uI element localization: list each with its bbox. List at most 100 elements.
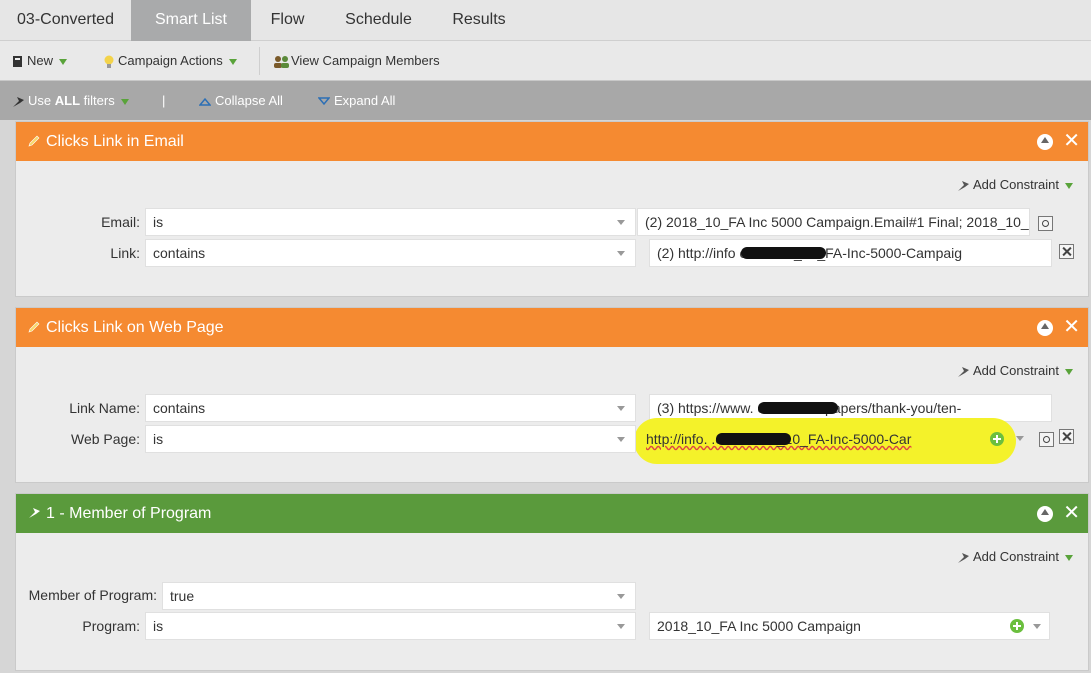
filter-header[interactable]: 1 - Member of Program ✕ — [16, 494, 1088, 533]
pointer-icon — [958, 552, 969, 563]
value-field-web-page[interactable]: http://info. .com/2018_10_FA-Inc-5000-Ca… — [638, 425, 988, 453]
chevron-down-icon — [617, 594, 625, 599]
operator-value: is — [153, 431, 164, 447]
value-field-link[interactable]: (2) http://info om/2018_10_FA-Inc-5000-C… — [649, 239, 1052, 267]
filter-title: Clicks Link in Email — [46, 133, 184, 150]
operator-select-web-page[interactable]: is — [145, 425, 636, 453]
filter-header-actions: ✕ — [1037, 122, 1080, 161]
tab-flow[interactable]: Flow — [251, 0, 324, 41]
filter-header-actions: ✕ — [1037, 494, 1080, 533]
add-constraint-button[interactable]: Add Constraint — [956, 363, 1073, 379]
pencil-icon — [28, 321, 40, 333]
chevron-down-icon — [228, 58, 237, 65]
collapse-all-button[interactable]: Collapse All — [198, 81, 283, 120]
filter-header[interactable]: Clicks Link in Email ✕ — [16, 122, 1088, 161]
expand-all-label: Expand All — [334, 93, 396, 108]
filter-header[interactable]: Clicks Link on Web Page ✕ — [16, 308, 1088, 347]
use-all-filters-dropdown[interactable]: Use ALL filters — [11, 81, 129, 120]
people-icon — [274, 55, 289, 68]
add-value-icon[interactable] — [990, 432, 1004, 446]
view-members-label: View Campaign Members — [291, 53, 440, 68]
program-value: 2018_10_FA Inc 5000 Campaign — [657, 618, 861, 634]
add-constraint-label: Add Constraint — [973, 363, 1059, 378]
filter-card-clicks-link-in-email: Clicks Link in Email ✕ Add Constraint Em… — [15, 121, 1089, 297]
new-button[interactable]: New — [12, 41, 68, 81]
chevron-down-icon — [617, 406, 625, 411]
redaction-scribble — [758, 402, 838, 414]
chevron-down-icon — [1065, 554, 1073, 561]
filterbar-separator: | — [162, 93, 166, 108]
pencil-icon — [28, 135, 40, 147]
operator-value: contains — [153, 400, 206, 416]
new-icon — [13, 56, 22, 68]
tab-results[interactable]: Results — [433, 0, 525, 41]
tab-schedule[interactable]: Schedule — [324, 0, 433, 41]
triangle-down-icon — [317, 97, 331, 106]
tab-bar: 03-Converted Smart List Flow Schedule Re… — [0, 0, 1091, 41]
chevron-down-icon — [1065, 368, 1073, 375]
redaction-scribble — [716, 433, 791, 445]
lookup-icon[interactable] — [1039, 432, 1054, 447]
toolbar: New Campaign Actions View Campaign Membe… — [0, 41, 1091, 81]
row-label-member-of-program: Member of Program: — [28, 587, 157, 603]
chevron-down-icon — [617, 437, 625, 442]
filter-bar: Use ALL filters | Collapse All Expand Al… — [0, 81, 1091, 120]
campaign-actions-button[interactable]: Campaign Actions — [103, 41, 237, 81]
operator-select-link-name[interactable]: contains — [145, 394, 636, 422]
row-label-email: Email: — [101, 214, 140, 230]
use-all-label: ALL — [54, 93, 81, 108]
close-icon[interactable]: ✕ — [1063, 308, 1080, 347]
operator-value: contains — [153, 245, 206, 261]
filter-title: Clicks Link on Web Page — [46, 319, 224, 336]
chevron-down-icon — [1065, 182, 1073, 189]
add-constraint-button[interactable]: Add Constraint — [956, 549, 1073, 565]
use-label: Use — [28, 93, 52, 108]
operator-value: true — [170, 588, 195, 604]
collapse-all-label: Collapse All — [215, 93, 283, 108]
add-value-icon[interactable] — [1010, 619, 1024, 633]
tab-program[interactable]: 03-Converted — [0, 0, 131, 41]
row-label-link-name: Link Name: — [69, 400, 140, 416]
remove-row-icon[interactable] — [1059, 429, 1074, 444]
expand-all-button[interactable]: Expand All — [317, 81, 396, 120]
row-label-web-page: Web Page: — [70, 431, 140, 447]
chevron-down-icon — [1033, 624, 1041, 629]
add-constraint-label: Add Constraint — [973, 177, 1059, 192]
operator-select-email[interactable]: is — [145, 208, 636, 236]
campaign-actions-label: Campaign Actions — [118, 53, 223, 68]
close-icon[interactable]: ✕ — [1063, 494, 1080, 533]
move-up-icon[interactable] — [1037, 319, 1054, 336]
add-constraint-label: Add Constraint — [973, 549, 1059, 564]
value-field-program[interactable]: 2018_10_FA Inc 5000 Campaign — [649, 612, 1050, 640]
operator-select-member-of-program[interactable]: true — [162, 582, 636, 610]
view-campaign-members-button[interactable]: View Campaign Members — [273, 41, 440, 81]
operator-value: is — [153, 214, 164, 230]
chevron-down-icon — [617, 220, 625, 225]
new-label: New — [27, 53, 54, 68]
value-dropdown-web-page[interactable] — [1006, 425, 1028, 453]
lightbulb-icon — [104, 55, 114, 68]
operator-select-link[interactable]: contains — [145, 239, 636, 267]
redaction-scribble — [741, 247, 826, 259]
chevron-down-icon — [120, 98, 129, 105]
pointer-icon — [958, 366, 969, 377]
move-up-icon[interactable] — [1037, 133, 1054, 150]
pointer-icon — [13, 96, 24, 107]
tab-smart-list[interactable]: Smart List — [131, 0, 251, 41]
chevron-down-icon — [1016, 436, 1024, 441]
chevron-down-icon — [59, 58, 68, 65]
operator-select-program[interactable]: is — [145, 612, 636, 640]
remove-row-icon[interactable] — [1059, 244, 1074, 259]
chevron-down-icon — [617, 624, 625, 629]
operator-value: is — [153, 618, 164, 634]
move-up-icon[interactable] — [1037, 505, 1054, 522]
lookup-icon[interactable] — [1038, 216, 1053, 231]
add-constraint-button[interactable]: Add Constraint — [956, 177, 1073, 193]
value-field-email[interactable]: (2) 2018_10_FA Inc 5000 Campaign.Email#1… — [637, 208, 1030, 236]
filter-card-clicks-link-on-web-page: Clicks Link on Web Page ✕ Add Constraint… — [15, 307, 1089, 483]
filters-label: filters — [83, 93, 115, 108]
triangle-up-icon — [198, 97, 212, 106]
chevron-down-icon — [617, 251, 625, 256]
close-icon[interactable]: ✕ — [1063, 122, 1080, 161]
pointer-icon — [29, 508, 40, 518]
